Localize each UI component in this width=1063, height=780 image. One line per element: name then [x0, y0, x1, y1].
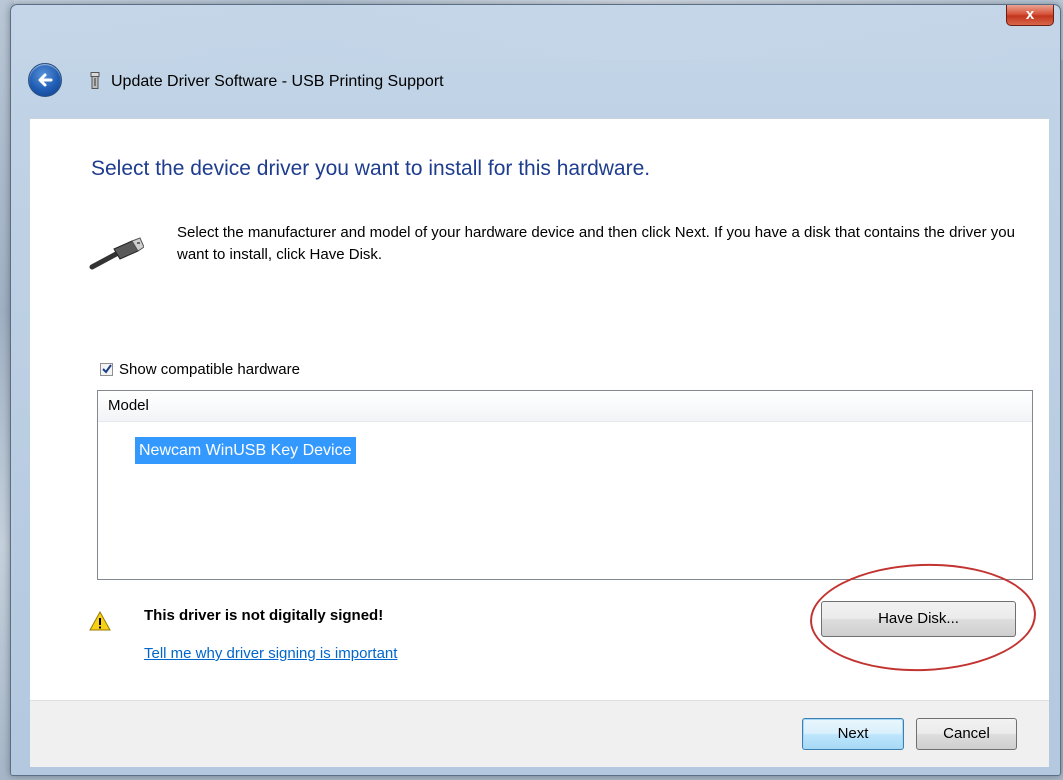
have-disk-button[interactable]: Have Disk...	[821, 601, 1016, 637]
unsigned-warning-text: This driver is not digitally signed!	[144, 607, 384, 624]
warning-icon	[89, 611, 111, 631]
title-bar: Update Driver Software - USB Printing Su…	[11, 61, 1060, 109]
instructions-text: Select the manufacturer and model of you…	[177, 224, 1015, 263]
close-button[interactable]: x	[1006, 5, 1054, 26]
usb-cable-icon	[89, 237, 144, 270]
list-item[interactable]: Newcam WinUSB Key Device	[135, 437, 356, 464]
checkmark-icon	[102, 363, 112, 374]
usb-device-icon	[90, 72, 100, 89]
cancel-button[interactable]: Cancel	[916, 718, 1017, 750]
close-icon: x	[1025, 6, 1035, 23]
window-title: Update Driver Software - USB Printing Su…	[111, 73, 444, 90]
driver-signing-link[interactable]: Tell me why driver signing is important	[144, 645, 397, 662]
update-driver-dialog: x Update Driver Software - USB Printing …	[10, 4, 1061, 776]
show-compatible-checkbox[interactable]	[100, 362, 113, 376]
model-listbox[interactable]: Model Newcam WinUSB Key Device	[97, 390, 1033, 580]
show-compatible-label[interactable]: Show compatible hardware	[119, 361, 300, 378]
page-heading: Select the device driver you want to ins…	[91, 157, 651, 180]
model-column-header[interactable]: Model	[98, 391, 1032, 422]
model-header-label: Model	[108, 397, 149, 414]
dialog-content: Select the device driver you want to ins…	[30, 118, 1049, 701]
dialog-footer: Next Cancel	[30, 700, 1049, 767]
back-arrow-icon	[38, 73, 53, 87]
next-button[interactable]: Next	[802, 718, 904, 750]
show-compatible-row[interactable]: Show compatible hardware	[100, 359, 300, 379]
back-button[interactable]	[28, 63, 62, 97]
